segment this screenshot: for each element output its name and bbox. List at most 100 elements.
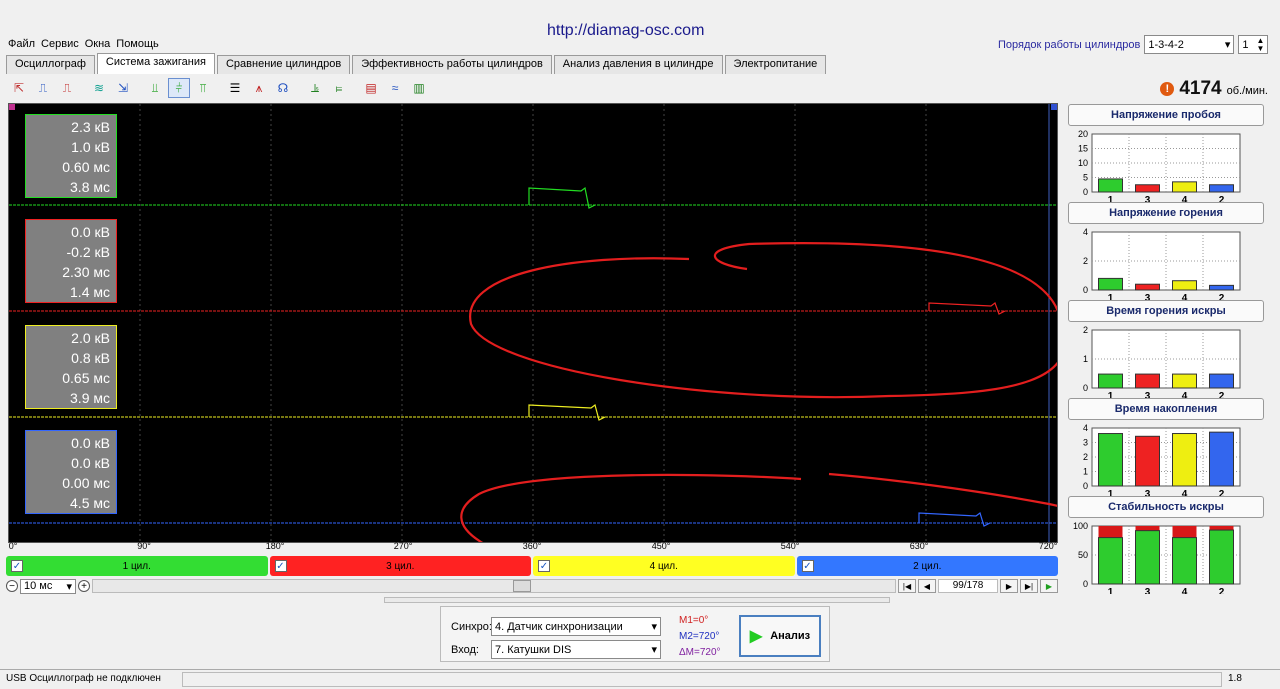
tab-bar: Осциллограф Система зажигания Сравнение … <box>6 53 828 74</box>
degree-tick: 630° <box>909 541 929 551</box>
table-icon[interactable]: ▤ <box>360 78 382 98</box>
bar <box>1209 529 1234 585</box>
stat-block: Время горения искры 2 1 0 1 3 4 2 <box>1068 300 1264 402</box>
warning-icon: ! <box>1160 82 1175 96</box>
trace-2-values: 0.0 кВ 0.0 кВ 0.00 мс 4.5 мс <box>25 430 117 514</box>
bar <box>1209 431 1234 487</box>
channel-cyl-4[interactable]: ✓ 4 цил. <box>533 556 795 576</box>
trace-3-value: -0.2 кВ <box>66 244 110 260</box>
cursor-icon[interactable]: ⇱ <box>8 78 30 98</box>
channel-cyl-1[interactable]: ✓ 1 цил. <box>6 556 268 576</box>
measure-icon[interactable]: ⫡ <box>304 78 326 98</box>
waveform-plot <box>9 104 1057 542</box>
zoom-out-icon[interactable]: − <box>6 580 18 592</box>
degree-tick: 270° <box>393 541 413 551</box>
y-tick-label: 15 <box>1078 144 1088 154</box>
first-frame-icon[interactable]: |◀ <box>898 579 916 593</box>
tab-oscilloscope[interactable]: Осциллограф <box>6 55 95 74</box>
marker-1 <box>9 104 15 110</box>
x-tick-label: 3 <box>1145 195 1151 202</box>
last-frame-icon[interactable]: ▶| <box>1020 579 1038 593</box>
x-tick-label: 2 <box>1219 489 1225 496</box>
stats-panel: Напряжение пробоя 20 15 10 5 0 1 3 4 2 Напряжени… <box>1068 104 1264 598</box>
lines-icon[interactable]: ☰ <box>224 78 246 98</box>
y-tick-label: 1 <box>1083 354 1088 364</box>
splitter[interactable] <box>384 597 890 603</box>
bar <box>1135 530 1160 585</box>
tab-ignition[interactable]: Система зажигания <box>96 53 215 74</box>
degree-tick: 540° <box>780 541 800 551</box>
stat-block: Напряжение горения 4 2 0 1 3 4 2 <box>1068 202 1264 304</box>
bar <box>1209 184 1234 193</box>
measure2-icon[interactable]: ⫢ <box>328 78 350 98</box>
x-tick-label: 4 <box>1182 489 1188 496</box>
stat-title[interactable]: Стабильность искры <box>1068 496 1264 518</box>
coil-12v-icon[interactable]: ⇲ <box>112 78 134 98</box>
firing-order: Порядок работы цилиндров 1-3-4-2 ▾ 1 ▲ ▼ <box>998 35 1269 54</box>
input-select[interactable]: 7. Катушки DIS ▾ <box>491 640 661 659</box>
prev-frame-icon[interactable]: ◀ <box>918 579 936 593</box>
menu-windows[interactable]: Окна <box>85 38 111 50</box>
degree-tick: 450° <box>651 541 671 551</box>
tab-cylinder-compare[interactable]: Сравнение цилиндров <box>216 55 351 74</box>
marker-m2: M2=720° <box>679 631 720 642</box>
stat-title[interactable]: Напряжение горения <box>1068 202 1264 224</box>
scroll-thumb[interactable] <box>513 580 531 592</box>
zoom-in-icon[interactable]: + <box>78 580 90 592</box>
bar-chart-icon[interactable]: ▥ <box>408 78 430 98</box>
tab-power[interactable]: Электропитание <box>724 55 827 74</box>
rpm-unit: об./мин. <box>1226 85 1268 97</box>
menu-bar: Файл Сервис Окна Помощь <box>8 38 159 50</box>
degree-tick: 720° <box>1038 541 1058 551</box>
bar <box>1135 373 1160 389</box>
trace-4-value: 2.0 кВ <box>71 330 110 346</box>
y-tick-label: 2 <box>1083 256 1088 266</box>
x-tick-label: 2 <box>1219 587 1225 594</box>
trace-1-value: 0.60 мс <box>62 159 110 175</box>
menu-service[interactable]: Сервис <box>41 38 79 50</box>
menu-help[interactable]: Помощь <box>116 38 159 50</box>
stat-title[interactable]: Напряжение пробоя <box>1068 104 1264 126</box>
timebase-select[interactable]: 10 мс ▾ <box>20 578 76 594</box>
y-tick-label: 4 <box>1083 423 1088 433</box>
stat-title[interactable]: Время накопления <box>1068 398 1264 420</box>
next-frame-icon[interactable]: ▶ <box>1000 579 1018 593</box>
peak-icon[interactable]: ⩚ <box>248 78 270 98</box>
tab-cylinder-efficiency[interactable]: Эффективность работы цилиндров <box>352 55 552 74</box>
trace-2-value: 4.5 мс <box>70 495 110 511</box>
firing-order-select[interactable]: 1-3-4-2 ▾ <box>1144 35 1235 54</box>
trace-1-values: 2.3 кВ 1.0 кВ 0.60 мс 3.8 мс <box>25 114 117 198</box>
rising-edge-icon[interactable]: ⎍ <box>32 78 54 98</box>
trace-2-value: 0.0 кВ <box>71 455 110 471</box>
y-tick-label: 5 <box>1083 173 1088 183</box>
channel-cyl-3[interactable]: ✓ 3 цил. <box>269 556 531 576</box>
x-tick-label: 2 <box>1219 195 1225 202</box>
tab-pressure[interactable]: Анализ давления в цилиндре <box>553 55 723 74</box>
stack-icon[interactable]: ⫪ <box>192 78 214 98</box>
channel-cyl-2[interactable]: ✓ 2 цил. <box>796 556 1058 576</box>
stat-title[interactable]: Время горения искры <box>1068 300 1264 322</box>
loop-icon[interactable]: ☊ <box>272 78 294 98</box>
cylinder-spinner[interactable]: 1 ▲ ▼ <box>1238 35 1269 54</box>
x-tick-label: 3 <box>1145 293 1151 300</box>
stat-block: Напряжение пробоя 20 15 10 5 0 1 3 4 2 <box>1068 104 1264 206</box>
bar <box>1098 373 1123 389</box>
x-tick-label: 4 <box>1182 391 1188 398</box>
analyze-button[interactable]: ▶ Анализ <box>739 615 821 657</box>
time-scrollbar[interactable] <box>92 579 896 593</box>
overlay-icon[interactable]: ⫩ <box>168 78 190 98</box>
wave-icon[interactable]: ≈ <box>384 78 406 98</box>
sync-select[interactable]: 4. Датчик синхронизации ▾ <box>491 617 661 636</box>
y-tick-label: 0 <box>1083 285 1088 295</box>
bar <box>1098 178 1123 193</box>
oscilloscope-display[interactable]: 2.3 кВ 1.0 кВ 0.60 мс 3.8 мс 0.0 кВ -0.2… <box>8 103 1058 543</box>
menu-file[interactable]: Файл <box>8 38 35 50</box>
coil-icon[interactable]: ≋ <box>88 78 110 98</box>
y-tick-label: 0 <box>1083 481 1088 491</box>
frame-counter: 99/178 <box>938 579 998 593</box>
x-tick-label: 1 <box>1108 489 1114 496</box>
parade-icon[interactable]: ⫫ <box>144 78 166 98</box>
sync-label: Синхро: <box>451 621 492 633</box>
play-icon[interactable]: ▶ <box>1040 579 1058 593</box>
falling-edge-icon[interactable]: ⎍ <box>56 78 78 98</box>
